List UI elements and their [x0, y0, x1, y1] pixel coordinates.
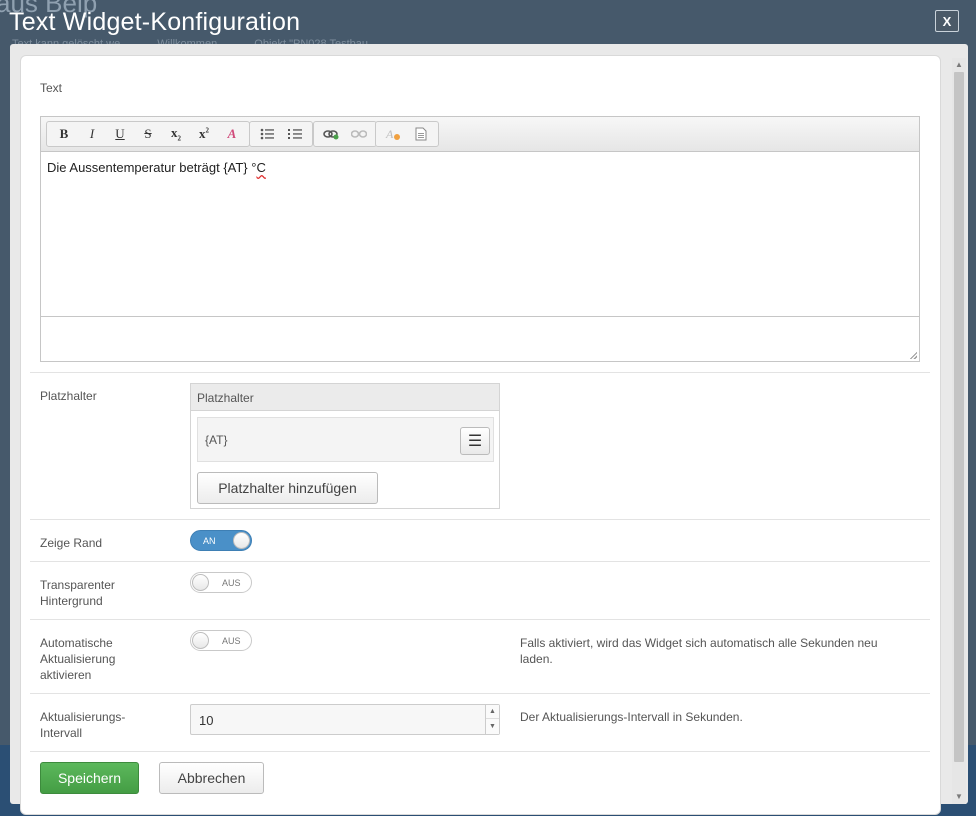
- show-border-toggle[interactable]: AN: [190, 530, 252, 551]
- editor-content[interactable]: Die Aussentemperatur beträgt {AT} °C: [47, 160, 266, 175]
- transparent-background-label-line: Hintergrund: [40, 594, 103, 608]
- dialog-title: Text Widget-Konfiguration: [9, 8, 301, 36]
- list-button-group: [249, 121, 313, 147]
- transparent-background-label: Transparenter Hintergrund: [40, 577, 115, 609]
- auto-refresh-label-line: Automatische: [40, 636, 113, 650]
- spin-down-arrow-icon[interactable]: ▼: [486, 720, 499, 734]
- placeholder-panel-header: Platzhalter: [191, 384, 499, 411]
- auto-refresh-toggle-text: AUS: [222, 635, 241, 646]
- auto-refresh-label: Automatische Aktualisierung aktivieren: [40, 635, 115, 683]
- editor-text-main: Die Aussentemperatur beträgt {AT} °: [47, 160, 257, 175]
- numbered-list-button[interactable]: [281, 123, 309, 145]
- scroll-up-arrow-icon[interactable]: ▲: [952, 58, 966, 72]
- italic-button[interactable]: I: [78, 123, 106, 145]
- interval-label-line: Intervall: [40, 726, 83, 740]
- remove-format-button[interactable]: A: [218, 123, 246, 145]
- link-button-group: [313, 121, 377, 147]
- underline-button[interactable]: U: [106, 123, 134, 145]
- misc-button-group: A: [375, 121, 439, 147]
- cancel-button[interactable]: Abbrechen: [159, 762, 264, 794]
- interval-label-line: Aktualisierungs-: [40, 710, 126, 724]
- show-border-label: Zeige Rand: [40, 536, 103, 550]
- auto-refresh-help-line: Falls aktiviert, wird das Widget sich au…: [520, 636, 878, 650]
- editor-statusbar-divider: [41, 316, 919, 317]
- section-divider: [30, 372, 930, 373]
- dialog-scrollbar[interactable]: ▲ ▼: [952, 58, 966, 804]
- link-icon: [323, 130, 339, 140]
- document-icon: [415, 127, 427, 141]
- editor-toolbar: B I U S x2 x2 A A: [41, 117, 919, 152]
- placeholder-label: Platzhalter: [40, 389, 97, 403]
- scroll-thumb[interactable]: [954, 72, 964, 762]
- hamburger-menu-icon: ☰: [467, 433, 483, 450]
- svg-text:A: A: [385, 127, 394, 141]
- editor-text-unit: C: [256, 160, 266, 175]
- placeholder-item: {AT} ☰: [197, 417, 494, 462]
- close-button[interactable]: X: [935, 10, 959, 32]
- placeholder-item-label: {AT}: [205, 433, 228, 447]
- bold-icon: B: [59, 126, 69, 141]
- placeholder-menu-button[interactable]: ☰: [460, 427, 490, 455]
- interval-number-input[interactable]: 10 ▲ ▼: [190, 704, 500, 735]
- auto-refresh-help-line: laden.: [520, 652, 553, 666]
- remove-format-icon: A: [227, 126, 237, 141]
- superscript-icon: x2: [199, 126, 209, 141]
- transparent-background-label-line: Transparenter: [40, 578, 115, 592]
- show-border-toggle-text: AN: [203, 535, 216, 546]
- remove-link-button[interactable]: [345, 123, 373, 145]
- auto-refresh-toggle[interactable]: AUS: [190, 630, 252, 651]
- bulleted-list-icon: [260, 128, 274, 140]
- toggle-knob: [192, 632, 209, 649]
- add-placeholder-button[interactable]: Platzhalter hinzufügen: [197, 472, 378, 504]
- widget-config-dialog: Text Widget-Konfiguration X ▲ ▼ Text B I…: [0, 0, 976, 815]
- font-color-icon: A: [385, 127, 400, 141]
- text-label: Text: [40, 81, 63, 95]
- section-divider: [30, 619, 930, 620]
- auto-refresh-label-line: Aktualisierung: [40, 652, 116, 666]
- transparent-background-toggle[interactable]: AUS: [190, 572, 252, 593]
- insert-link-button[interactable]: [317, 123, 345, 145]
- toggle-knob: [233, 532, 250, 549]
- numbered-list-icon: [288, 129, 302, 139]
- format-button-group: B I U S x2 x2 A: [46, 121, 250, 147]
- section-divider: [30, 561, 930, 562]
- auto-refresh-label-line: aktivieren: [40, 668, 92, 682]
- strikethrough-icon: S: [144, 126, 152, 141]
- bold-button[interactable]: B: [50, 123, 78, 145]
- subscript-icon: x2: [171, 125, 181, 143]
- font-color-button[interactable]: A: [379, 123, 407, 145]
- source-document-button[interactable]: [407, 123, 435, 145]
- save-button[interactable]: Speichern: [40, 762, 139, 794]
- spin-up-arrow-icon[interactable]: ▲: [486, 705, 499, 719]
- interval-label: Aktualisierungs- Intervall: [40, 709, 125, 741]
- transparent-background-toggle-text: AUS: [222, 577, 241, 588]
- superscript-button[interactable]: x2: [190, 123, 218, 145]
- unlink-icon: [351, 130, 367, 138]
- interval-spinner: ▲ ▼: [485, 705, 499, 734]
- placeholder-panel: Platzhalter {AT} ☰ Platzhalter hinzufüge…: [190, 383, 500, 509]
- section-divider: [30, 693, 930, 694]
- scroll-down-arrow-icon[interactable]: ▼: [952, 790, 966, 804]
- interval-help: Der Aktualisierungs-Intervall in Sekunde…: [520, 710, 743, 724]
- section-divider: [30, 751, 930, 752]
- auto-refresh-help: Falls aktiviert, wird das Widget sich au…: [520, 635, 878, 667]
- resize-grip-icon[interactable]: [909, 351, 917, 359]
- close-icon: X: [942, 13, 952, 29]
- subscript-button[interactable]: x2: [162, 123, 190, 145]
- strikethrough-button[interactable]: S: [134, 123, 162, 145]
- bulleted-list-button[interactable]: [253, 123, 281, 145]
- italic-icon: I: [89, 126, 95, 141]
- interval-value: 10: [199, 713, 214, 728]
- section-divider: [30, 519, 930, 520]
- underline-icon: U: [115, 126, 125, 141]
- rich-text-editor[interactable]: B I U S x2 x2 A A Die Aussentemperatur b…: [40, 116, 920, 362]
- toggle-knob: [192, 574, 209, 591]
